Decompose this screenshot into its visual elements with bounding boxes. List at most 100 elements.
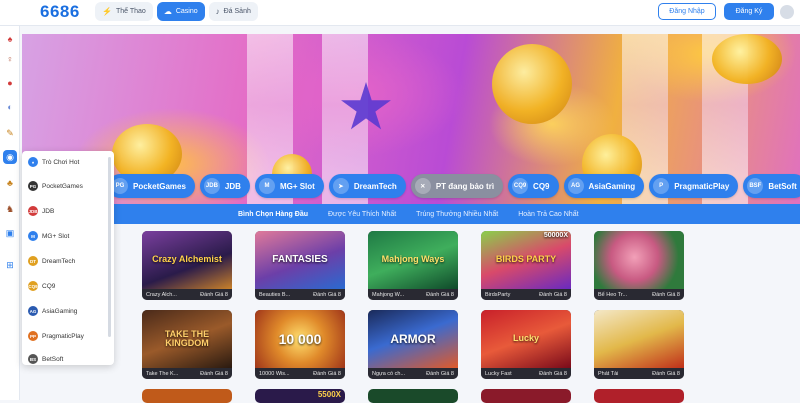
game-info: Phát Tài Đánh Giá 8 — [594, 368, 684, 379]
provider-label: BetSoft — [768, 181, 797, 191]
game-rating: Đánh Giá 8 — [313, 291, 341, 298]
pragmatic-icon: P — [653, 178, 670, 194]
game-art — [594, 310, 684, 368]
dropdown-item-mg-slot[interactable]: M MG+ Slot — [28, 231, 69, 241]
sidebar-item-sport-icon[interactable]: ▣ — [3, 226, 17, 240]
game-rating: Đánh Giá 8 — [539, 291, 567, 298]
game-logo-text: 10 000 — [278, 330, 322, 347]
filter-most-wins[interactable]: Trúng Thưởng Nhiều Nhất — [416, 211, 498, 218]
game-card[interactable]: FANTASIES Beauties B... Đánh Giá 8 — [255, 231, 345, 300]
dropdown-item-label: CQ9 — [42, 282, 56, 290]
tab-casino[interactable]: ☁ Casino — [156, 2, 205, 21]
top-header: 6686 ⚡ Thể Thao ☁ Casino ♪ Đá Sảnh Đăng … — [0, 0, 800, 26]
game-info: 10000 Wis... Đánh Giá 8 — [255, 368, 345, 379]
provider-pt-maintenance[interactable]: ✕ PT đang bảo trì — [410, 174, 504, 198]
dropdown-item-cq9[interactable]: CQ9 CQ9 — [28, 281, 55, 291]
avatar[interactable] — [780, 5, 794, 19]
sidebar-item-lottery-icon[interactable]: ✎ — [3, 126, 17, 140]
tab-sports[interactable]: ⚡ Thể Thao — [95, 2, 153, 21]
game-name: Lucky Fast — [485, 370, 512, 377]
tools-icon: ✕ — [414, 178, 431, 194]
login-button[interactable]: Đăng Nhập — [658, 3, 716, 20]
dropdown-item-betsoft[interactable]: BS BetSoft — [28, 354, 63, 364]
game-info: Lucky Fast Đánh Giá 8 — [481, 368, 571, 379]
game-info: BirdsParty Đánh Giá 8 — [481, 289, 571, 300]
provider-cq9[interactable]: CQ9 CQ9 — [508, 174, 559, 198]
dropdown-item-jdb[interactable]: JDB JDB — [28, 206, 54, 216]
sidebar-item-card-icon[interactable]: ♣ — [3, 176, 17, 190]
provider-pocketgames[interactable]: PG PocketGames — [108, 174, 195, 198]
provider-betsoft[interactable]: BSF BetSoft — [743, 174, 800, 198]
game-card[interactable]: Phát Tài Đánh Giá 8 — [594, 310, 684, 379]
provider-dreamtech[interactable]: ➤ DreamTech — [328, 174, 406, 198]
sidebar-item-lips-icon[interactable]: ● — [3, 76, 17, 90]
game-name: Take The K... — [146, 370, 179, 377]
game-card[interactable]: 5500X — [255, 389, 345, 403]
dropdown-scrollbar[interactable] — [108, 157, 111, 337]
provider-asiagaming[interactable]: AG AsiaGaming — [563, 174, 645, 198]
sidebar-item-fish-icon[interactable]: ◐ — [3, 100, 17, 114]
tab-hall[interactable]: ♪ Đá Sảnh — [208, 2, 258, 21]
game-card[interactable]: Bể Heo Tr... Đánh Giá 8 — [594, 231, 684, 300]
tab-hall-label: Đá Sảnh — [223, 8, 251, 15]
game-rating: Đánh Giá 8 — [313, 370, 341, 377]
game-name: Crazy Alch... — [146, 291, 177, 298]
main-nav: ⚡ Thể Thao ☁ Casino ♪ Đá Sảnh — [95, 2, 258, 21]
filter-top-voted[interactable]: Bình Chọn Hàng Đầu — [238, 211, 308, 218]
game-card[interactable]: Crazy Alchemist Crazy Alch... Đánh Giá 8 — [142, 231, 232, 300]
game-card[interactable]: 50000X BIRDS PARTY BirdsParty Đánh Giá 8 — [481, 231, 571, 300]
game-card[interactable] — [368, 389, 458, 403]
sidebar-item-hot-icon[interactable]: ♠ — [3, 32, 17, 46]
dreamtech-icon: DT — [28, 256, 38, 266]
provider-mg-slot[interactable]: M MG+ Slot — [254, 174, 324, 198]
register-button[interactable]: Đăng Ký — [724, 3, 774, 20]
provider-jdb[interactable]: JDB JDB — [199, 174, 250, 198]
game-logo-text: ARMOR — [390, 331, 436, 346]
game-logo-text: Mahjong Ways — [381, 254, 445, 265]
game-card[interactable]: ARMOR Ngựa có ch... Đánh Giá 8 — [368, 310, 458, 379]
dropdown-item-dreamtech[interactable]: DT DreamTech — [28, 256, 75, 266]
betsoft-icon: BSF — [747, 178, 764, 194]
game-art: ARMOR — [368, 310, 458, 368]
ag-icon: AG — [567, 178, 584, 194]
sidebar-item-cock-icon[interactable]: ♞ — [3, 202, 17, 216]
game-card[interactable]: TAKE THE KINGDOM Take The K... Đánh Giá 8 — [142, 310, 232, 379]
dropdown-item-asiagaming[interactable]: AG AsiaGaming — [28, 306, 77, 316]
game-art: 50000X BIRDS PARTY — [481, 231, 571, 289]
game-art — [594, 231, 684, 289]
provider-pragmaticplay[interactable]: P PragmaticPlay — [649, 174, 739, 198]
game-art: Lucky — [481, 310, 571, 368]
filter-highest-return[interactable]: Hoàn Trả Cao Nhất — [518, 211, 578, 218]
dropdown-item-label: Trò Chơi Hot — [42, 158, 80, 166]
filter-most-liked[interactable]: Được Yêu Thích Nhất — [328, 211, 396, 218]
game-card[interactable] — [142, 389, 232, 403]
provider-label: AsiaGaming — [588, 181, 636, 191]
provider-label: PT đang bảo trì — [435, 181, 495, 191]
game-card[interactable] — [481, 389, 571, 403]
game-rating: Đánh Giá 8 — [200, 291, 228, 298]
multiplier-badge: 5500X — [317, 390, 341, 399]
betsoft-icon: BS — [28, 354, 38, 364]
game-name: BirdsParty — [485, 291, 511, 298]
site-logo[interactable]: 6686 — [40, 2, 80, 22]
game-card[interactable]: 10 000 10000 Wis... Đánh Giá 8 — [255, 310, 345, 379]
game-card[interactable]: Lucky Lucky Fast Đánh Giá 8 — [481, 310, 571, 379]
provider-dropdown: ♦ Trò Chơi Hot PG PocketGames JDB JDB M MG+ … — [22, 151, 114, 365]
dropdown-item-pocketgames[interactable]: PG PocketGames — [28, 181, 83, 191]
game-grid: Crazy Alchemist Crazy Alch... Đánh Giá 8 … — [142, 231, 684, 403]
dropdown-item-hot[interactable]: ♦ Trò Chơi Hot — [28, 157, 79, 167]
game-card[interactable] — [594, 389, 684, 403]
sidebar-item-girl-icon[interactable]: ♀ — [3, 52, 17, 66]
dropdown-item-pragmaticplay[interactable]: PP PragmaticPlay — [28, 331, 84, 341]
sidebar-item-gift-icon[interactable]: ⊞ — [3, 258, 17, 272]
provider-label: MG+ Slot — [279, 181, 315, 191]
dropdown-item-label: MG+ Slot — [42, 232, 70, 240]
sidebar-item-slot-icon[interactable]: ◉ — [3, 150, 17, 164]
game-art: TAKE THE KINGDOM — [142, 310, 232, 368]
mg-icon: M — [28, 231, 38, 241]
game-art: 10 000 — [255, 310, 345, 368]
game-logo-text: BIRDS PARTY — [495, 254, 557, 265]
game-name: Beauties B... — [259, 291, 291, 298]
tab-casino-label: Casino — [175, 8, 198, 15]
game-card[interactable]: Mahjong Ways Mahjong W... Đánh Giá 8 — [368, 231, 458, 300]
